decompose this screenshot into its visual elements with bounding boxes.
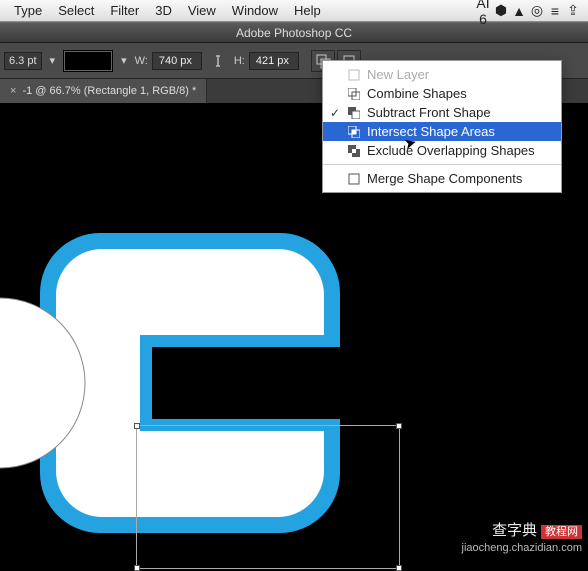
drive-icon[interactable]: ▲ xyxy=(510,3,528,19)
creative-cloud-icon[interactable]: ◎ xyxy=(528,2,546,19)
menu-item-label: Combine Shapes xyxy=(367,86,467,101)
mac-menubar: Type Select Filter 3D View Window Help A… xyxy=(0,0,588,22)
menu-3d[interactable]: 3D xyxy=(147,3,180,18)
menu-item-new-layer: New Layer xyxy=(323,65,561,84)
menu-window[interactable]: Window xyxy=(224,3,286,18)
menu-item-label: Merge Shape Components xyxy=(367,171,522,186)
menu-filter[interactable]: Filter xyxy=(102,3,147,18)
menu-help[interactable]: Help xyxy=(286,3,329,18)
dropdown-icon[interactable]: ▾ xyxy=(50,54,56,67)
menu-item-label: Exclude Overlapping Shapes xyxy=(367,143,535,158)
exclude-icon xyxy=(347,144,361,158)
app-titlebar: Adobe Photoshop CC xyxy=(0,22,588,43)
menu-item-label: Subtract Front Shape xyxy=(367,105,491,120)
dropbox-icon[interactable]: ⬢ xyxy=(492,2,510,19)
wifi-icon[interactable]: ⇪ xyxy=(564,2,582,19)
menu-item-label: Intersect Shape Areas xyxy=(367,124,495,139)
merge-icon xyxy=(347,172,361,186)
menu-type[interactable]: Type xyxy=(6,3,50,18)
menu-item-combine[interactable]: Combine Shapes xyxy=(323,84,561,103)
resize-handle[interactable] xyxy=(134,565,140,571)
menu-item-intersect[interactable]: Intersect Shape Areas xyxy=(323,122,561,141)
menu-separator xyxy=(323,164,561,165)
watermark: 查字典教程网 jiaocheng.chazidian.com xyxy=(462,521,582,555)
height-label: H: xyxy=(234,55,245,67)
menu-item-label: New Layer xyxy=(367,67,429,82)
menu-item-subtract[interactable]: ✓ Subtract Front Shape xyxy=(323,103,561,122)
height-field[interactable]: 421 px xyxy=(249,52,299,70)
link-wh-icon[interactable] xyxy=(210,53,226,69)
document-tab[interactable]: × -1 @ 66.7% (Rectangle 1, RGB/8) * xyxy=(0,79,207,103)
new-layer-icon xyxy=(347,68,361,82)
menu-select[interactable]: Select xyxy=(50,3,102,18)
menu-item-exclude[interactable]: Exclude Overlapping Shapes xyxy=(323,141,561,160)
menu-view[interactable]: View xyxy=(180,3,224,18)
stroke-weight-field[interactable]: 6.3 pt xyxy=(4,52,42,70)
resize-handle[interactable] xyxy=(134,423,140,429)
resize-handle[interactable] xyxy=(396,423,402,429)
intersect-icon xyxy=(347,125,361,139)
stroke-style-swatch[interactable] xyxy=(63,50,113,72)
path-operations-menu: New Layer Combine Shapes ✓ Subtract Fron… xyxy=(322,60,562,193)
resize-handle[interactable] xyxy=(396,565,402,571)
app-title: Adobe Photoshop CC xyxy=(236,26,352,40)
status-icon[interactable]: ≡ xyxy=(546,3,564,19)
selection-bounds[interactable] xyxy=(136,425,400,569)
document-tab-title: -1 @ 66.7% (Rectangle 1, RGB/8) * xyxy=(22,85,196,97)
close-icon[interactable]: × xyxy=(10,85,16,97)
menu-item-merge[interactable]: Merge Shape Components xyxy=(323,169,561,188)
ai-count-label: AI 6 xyxy=(474,0,492,27)
subtract-icon xyxy=(347,106,361,120)
width-label: W: xyxy=(135,55,148,67)
dropdown-icon[interactable]: ▾ xyxy=(121,54,127,67)
combine-icon xyxy=(347,87,361,101)
width-field[interactable]: 740 px xyxy=(152,52,202,70)
